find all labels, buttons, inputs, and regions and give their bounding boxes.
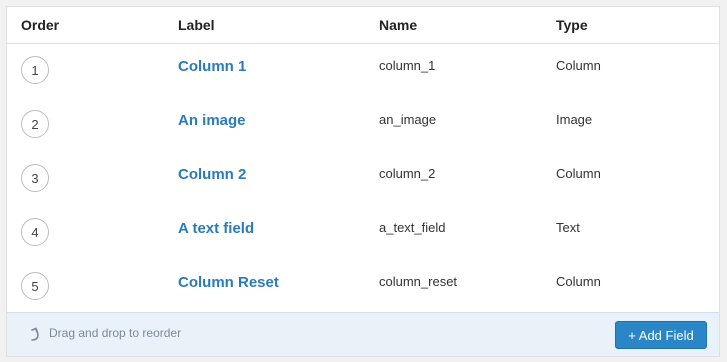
field-type: Column [556,274,601,289]
field-name: a_text_field [379,220,446,235]
table-header: Order Label Name Type [7,7,719,44]
table-row[interactable]: 3 Column 2 column_2 Column [7,152,719,207]
order-handle[interactable]: 1 [21,56,49,84]
field-name: column_reset [379,274,458,289]
fields-table-panel: Order Label Name Type 1 Column 1 column_… [6,6,720,357]
field-type: Column [556,166,601,181]
add-field-button[interactable]: + Add Field [615,321,707,349]
table-row[interactable]: 4 A text field a_text_field Text [7,206,719,261]
field-type: Column [556,58,601,73]
order-handle[interactable]: 2 [21,110,49,138]
field-label-link[interactable]: Column Reset [178,274,279,291]
table-footer: Drag and drop to reorder + Add Field [7,312,719,356]
order-handle[interactable]: 5 [21,272,49,300]
reorder-hint: Drag and drop to reorder [27,325,181,341]
field-name: column_2 [379,166,436,181]
field-type: Text [556,220,580,235]
table-row[interactable]: 5 Column Reset column_reset Column [7,260,719,315]
table-row[interactable]: 2 An image an_image Image [7,98,719,153]
column-header-type: Type [556,17,588,33]
curved-arrow-up-icon [31,327,39,341]
field-type: Image [556,112,593,127]
reorder-hint-text: Drag and drop to reorder [49,326,182,340]
field-label-link[interactable]: Column 1 [178,58,246,75]
column-header-name: Name [379,17,418,33]
column-header-label: Label [178,17,215,33]
field-name: column_1 [379,58,436,73]
column-header-order: Order [21,17,60,33]
field-label-link[interactable]: An image [178,112,246,129]
order-handle[interactable]: 3 [21,164,49,192]
table-row[interactable]: 1 Column 1 column_1 Column [7,44,719,99]
field-name: an_image [379,112,437,127]
field-label-link[interactable]: A text field [178,220,254,237]
order-handle[interactable]: 4 [21,218,49,246]
field-label-link[interactable]: Column 2 [178,166,246,183]
